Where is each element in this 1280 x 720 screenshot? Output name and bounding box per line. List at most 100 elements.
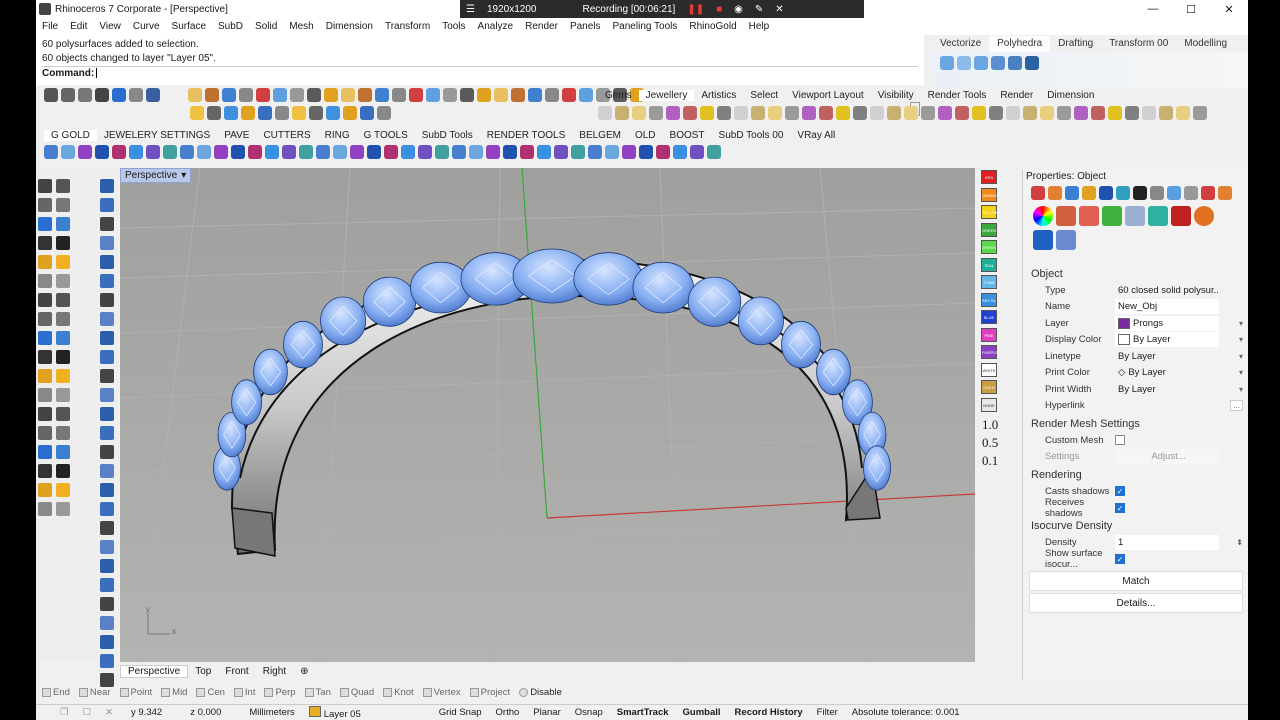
gem-icon[interactable] [973, 56, 988, 70]
properties-toolbar-icon[interactable] [1217, 186, 1232, 200]
left-tool-icon[interactable] [56, 292, 70, 307]
left-tool-icon[interactable] [38, 406, 52, 421]
tool-icon[interactable] [325, 106, 340, 120]
tool-icon[interactable] [391, 88, 406, 102]
jewellery-tool-icon[interactable] [1107, 106, 1122, 120]
left-tool-icon[interactable] [56, 254, 70, 269]
right-tool-icon[interactable] [100, 273, 114, 288]
tool-icon[interactable] [544, 88, 559, 102]
jewellery-tool-icon[interactable] [1073, 106, 1088, 120]
tab-render-tools[interactable]: Render Tools [921, 90, 994, 101]
tool-icon[interactable] [340, 88, 355, 102]
cylinder-icon[interactable] [1055, 230, 1076, 250]
layer-button-green[interactable]: GREEN [981, 240, 997, 254]
right-tool-icon[interactable] [100, 235, 114, 250]
gem-tool-icon[interactable] [349, 145, 364, 159]
jewellery-tool-icon[interactable] [818, 106, 833, 120]
tool-icon[interactable] [187, 88, 202, 102]
properties-toolbar-icon[interactable] [1132, 186, 1147, 200]
grid-snap-toggle[interactable]: Grid Snap [439, 707, 482, 718]
gem-tool-icon[interactable] [179, 145, 194, 159]
gem-icon[interactable] [956, 56, 971, 70]
gem-tool-icon[interactable] [128, 145, 143, 159]
gem-tool-icon[interactable] [400, 145, 415, 159]
gem-tool-icon[interactable] [417, 145, 432, 159]
jewellery-tool-icon[interactable] [767, 106, 782, 120]
gumball-toggle[interactable]: Gumball [683, 707, 721, 718]
tab-old[interactable]: OLD [628, 130, 663, 141]
tool-icon[interactable] [459, 88, 474, 102]
details-button[interactable]: Details... [1029, 593, 1243, 613]
viewport-tab-top[interactable]: Top [188, 666, 218, 677]
properties-toolbar-icon[interactable] [1115, 186, 1130, 200]
jewellery-tool-icon[interactable] [852, 106, 867, 120]
osnap-end[interactable]: End [42, 687, 70, 698]
right-tool-icon[interactable] [100, 558, 114, 573]
osnap-vertex[interactable]: Vertex [422, 687, 461, 698]
tool-icon[interactable] [342, 106, 357, 120]
gem-tool-icon[interactable] [672, 145, 687, 159]
left-tool-icon[interactable] [56, 368, 70, 383]
tool-icon[interactable] [128, 88, 143, 102]
left-tool-icon[interactable] [38, 330, 52, 345]
tool-icon[interactable] [189, 106, 204, 120]
tool-icon[interactable] [359, 106, 374, 120]
tab-transform-00[interactable]: Transform 00 [1101, 36, 1176, 52]
chevron-down-icon[interactable]: ▾ [1239, 319, 1243, 328]
right-tool-icon[interactable] [100, 501, 114, 516]
add-viewport-tab-button[interactable]: ⊕ [293, 666, 315, 677]
gem-tool-icon[interactable] [587, 145, 602, 159]
gem-tool-icon[interactable] [570, 145, 585, 159]
checkbox-icon[interactable] [78, 687, 88, 697]
receives-shadows-checkbox[interactable]: ✓ [1115, 502, 1125, 513]
menu-subd[interactable]: SubD [212, 21, 249, 32]
osnap-knot[interactable]: Knot [383, 687, 414, 698]
chevron-down-icon[interactable]: ▾ [1239, 368, 1243, 377]
restore-icon[interactable]: ❐ [60, 707, 69, 718]
gem-tool-icon[interactable] [111, 145, 126, 159]
menu-panels[interactable]: Panels [564, 21, 607, 32]
gemstone[interactable] [781, 320, 821, 369]
chevron-down-icon[interactable]: ▾ [1239, 335, 1243, 344]
tool-icon[interactable] [376, 106, 391, 120]
left-tool-icon[interactable] [56, 178, 70, 193]
layer-button-none[interactable]: NONE [981, 397, 997, 412]
jewellery-tool-icon[interactable] [954, 106, 969, 120]
gem-tool-icon[interactable] [706, 145, 721, 159]
properties-toolbar-icon[interactable] [1200, 186, 1215, 200]
left-tool-icon[interactable] [38, 292, 52, 307]
scale-1-label[interactable]: 1.0 [982, 416, 1018, 434]
gem-tool-icon[interactable] [638, 145, 653, 159]
perspective-viewport[interactable]: y x Perspective ▾ [120, 168, 975, 662]
properties-toolbar-icon[interactable] [1166, 186, 1181, 200]
osnap-int[interactable]: Int [233, 687, 255, 698]
osnap-project[interactable]: Project [469, 687, 510, 698]
checkbox-icon[interactable] [519, 687, 529, 697]
adjust-button[interactable]: Adjust... [1115, 449, 1219, 465]
command-prompt[interactable]: Command: [42, 66, 918, 80]
left-tool-icon[interactable] [56, 349, 70, 364]
gem-tool-icon[interactable] [332, 145, 347, 159]
record-history-toggle[interactable]: Record History [735, 707, 803, 718]
jewellery-tool-icon[interactable] [716, 106, 731, 120]
menu-tools[interactable]: Tools [436, 21, 471, 32]
jewellery-tool-icon[interactable] [648, 106, 663, 120]
jewellery-tool-icon[interactable] [699, 106, 714, 120]
jewellery-tool-icon[interactable] [886, 106, 901, 120]
current-layer[interactable]: Layer 05 [308, 705, 375, 720]
arrow-icon[interactable] [1007, 56, 1022, 70]
right-tool-icon[interactable] [100, 615, 114, 630]
maximize-button[interactable]: ☐ [1172, 0, 1210, 18]
viewport-title[interactable]: Perspective ▾ [120, 168, 192, 183]
jewellery-tool-icon[interactable] [920, 106, 935, 120]
tool-icon[interactable] [206, 106, 221, 120]
jewellery-tool-icon[interactable] [801, 106, 816, 120]
properties-toolbar-icon[interactable] [1047, 186, 1062, 200]
tool-icon[interactable] [204, 88, 219, 102]
layer-button-orange[interactable]: ORANGE [981, 187, 999, 202]
checkbox-icon[interactable] [264, 687, 274, 697]
tool-icon[interactable] [43, 88, 58, 102]
tab-boost[interactable]: BOOST [663, 130, 712, 141]
right-tool-icon[interactable] [100, 349, 114, 364]
jewellery-tool-icon[interactable] [1056, 106, 1071, 120]
